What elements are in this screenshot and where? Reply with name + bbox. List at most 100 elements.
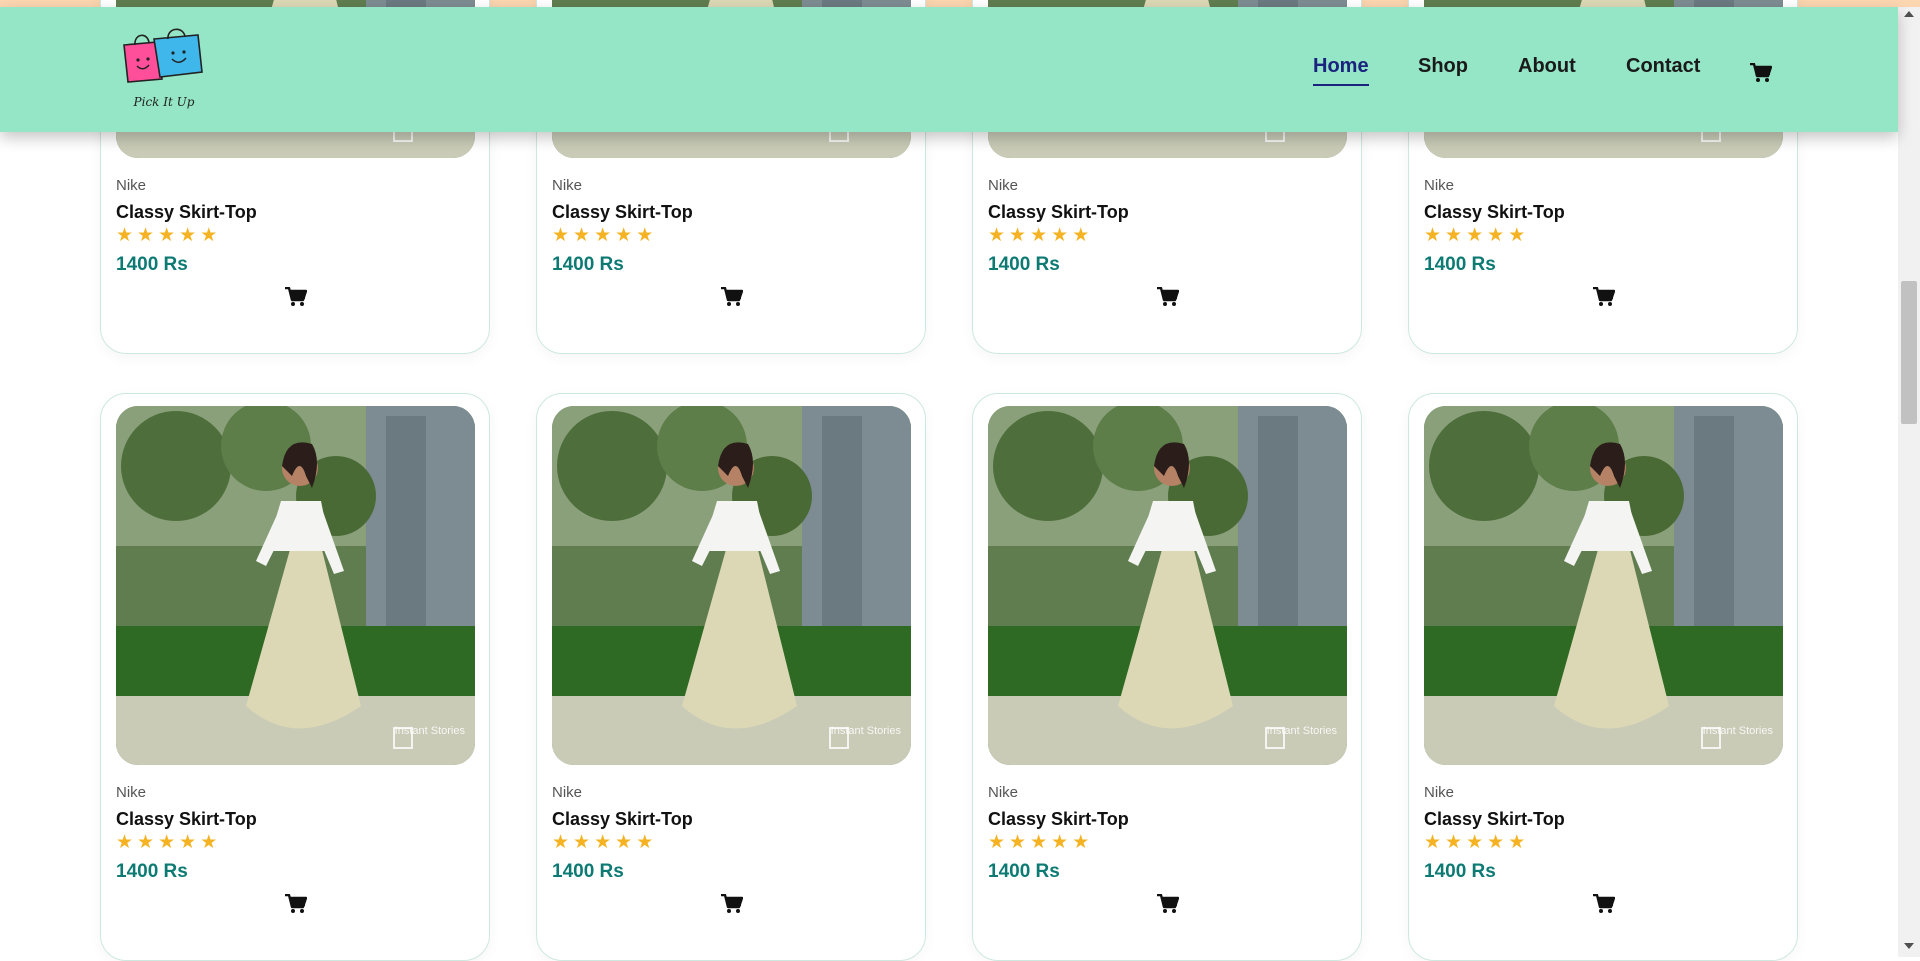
star-icon: ★ bbox=[179, 225, 197, 246]
star-icon: ★ bbox=[1487, 832, 1505, 853]
watermark-logo-icon bbox=[1701, 727, 1721, 749]
product-rating: ★ ★ ★ ★ ★ bbox=[988, 832, 1089, 854]
add-to-cart-icon[interactable] bbox=[721, 286, 744, 307]
star-icon: ★ bbox=[1445, 225, 1463, 246]
star-icon: ★ bbox=[1030, 225, 1048, 246]
star-icon: ★ bbox=[200, 225, 218, 246]
product-name[interactable]: Classy Skirt-Top bbox=[116, 202, 257, 223]
product-image[interactable]: Instant Stories bbox=[116, 406, 475, 765]
star-icon: ★ bbox=[552, 832, 570, 853]
product-name[interactable]: Classy Skirt-Top bbox=[988, 202, 1129, 223]
nav-about[interactable]: About bbox=[1518, 55, 1576, 85]
product-brand: Nike bbox=[988, 784, 1019, 801]
star-icon: ★ bbox=[137, 832, 155, 853]
star-icon: ★ bbox=[1424, 225, 1442, 246]
product-card[interactable]: Instant Stories Nike Classy Skirt-Top ★★… bbox=[100, 393, 490, 961]
star-icon: ★ bbox=[988, 225, 1006, 246]
star-icon: ★ bbox=[573, 225, 591, 246]
product-price: 1400 Rs bbox=[552, 254, 624, 275]
star-icon: ★ bbox=[1487, 225, 1505, 246]
star-icon: ★ bbox=[116, 832, 134, 853]
product-rating: ★ ★ ★ ★ ★ bbox=[1424, 832, 1525, 854]
star-icon: ★ bbox=[1030, 832, 1048, 853]
nav-home[interactable]: Home bbox=[1313, 55, 1369, 86]
product-rating: ★ ★ ★ ★ ★ bbox=[988, 225, 1089, 247]
watermark: Instant Stories bbox=[829, 725, 901, 755]
product-card[interactable]: Instant Stories Nike Classy Skirt-Top ★★… bbox=[972, 393, 1362, 961]
add-to-cart-icon[interactable] bbox=[285, 286, 308, 307]
star-icon: ★ bbox=[1466, 832, 1484, 853]
cart-icon[interactable] bbox=[1750, 62, 1773, 83]
nav-shop[interactable]: Shop bbox=[1418, 55, 1468, 85]
site-header: Pick It Up Home Shop About Contact bbox=[0, 7, 1898, 132]
product-card[interactable]: Instant Stories Nike Classy Skirt-Top ★★… bbox=[1408, 393, 1798, 961]
product-brand: Nike bbox=[116, 784, 147, 801]
product-name[interactable]: Classy Skirt-Top bbox=[988, 809, 1129, 830]
star-icon: ★ bbox=[158, 832, 176, 853]
star-icon: ★ bbox=[594, 832, 612, 853]
add-to-cart-icon[interactable] bbox=[1157, 893, 1180, 914]
star-icon: ★ bbox=[1072, 832, 1090, 853]
star-icon: ★ bbox=[594, 225, 612, 246]
scroll-down-arrow-icon[interactable] bbox=[1904, 943, 1914, 949]
product-price: 1400 Rs bbox=[1424, 861, 1496, 882]
add-to-cart-icon[interactable] bbox=[1593, 286, 1616, 307]
nav-contact[interactable]: Contact bbox=[1626, 55, 1700, 85]
star-icon: ★ bbox=[1051, 225, 1069, 246]
product-price: 1400 Rs bbox=[988, 254, 1060, 275]
add-to-cart-icon[interactable] bbox=[721, 893, 744, 914]
star-icon: ★ bbox=[1051, 832, 1069, 853]
product-name[interactable]: Classy Skirt-Top bbox=[1424, 809, 1565, 830]
star-icon: ★ bbox=[200, 832, 218, 853]
star-icon: ★ bbox=[1009, 832, 1027, 853]
watermark-logo-icon bbox=[1265, 727, 1285, 749]
product-image[interactable]: Instant Stories bbox=[552, 406, 911, 765]
product-brand: Nike bbox=[552, 784, 583, 801]
star-icon: ★ bbox=[158, 225, 176, 246]
product-rating: ★ ★ ★ ★ ★ bbox=[1424, 225, 1525, 247]
scrollbar-thumb[interactable] bbox=[1901, 281, 1917, 424]
product-image[interactable]: Instant Stories bbox=[988, 406, 1347, 765]
add-to-cart-icon[interactable] bbox=[1593, 893, 1616, 914]
product-price: 1400 Rs bbox=[116, 254, 188, 275]
scroll-up-arrow-icon[interactable] bbox=[1904, 11, 1914, 17]
product-rating: ★ ★ ★ ★ ★ bbox=[552, 832, 653, 854]
page-scrollbar[interactable] bbox=[1898, 7, 1920, 957]
product-name[interactable]: Classy Skirt-Top bbox=[552, 809, 693, 830]
product-image[interactable]: Instant Stories bbox=[1424, 406, 1783, 765]
star-icon: ★ bbox=[988, 832, 1006, 853]
shopping-bags-icon bbox=[123, 28, 203, 83]
product-price: 1400 Rs bbox=[116, 861, 188, 882]
product-brand: Nike bbox=[552, 177, 583, 194]
star-icon: ★ bbox=[1009, 225, 1027, 246]
product-name[interactable]: Classy Skirt-Top bbox=[1424, 202, 1565, 223]
product-price: 1400 Rs bbox=[1424, 254, 1496, 275]
watermark-logo-icon bbox=[829, 727, 849, 749]
star-icon: ★ bbox=[573, 832, 591, 853]
product-brand: Nike bbox=[116, 177, 147, 194]
star-icon: ★ bbox=[615, 225, 633, 246]
star-icon: ★ bbox=[615, 832, 633, 853]
product-brand: Nike bbox=[1424, 177, 1455, 194]
product-name[interactable]: Classy Skirt-Top bbox=[552, 202, 693, 223]
product-card[interactable]: Instant Stories Nike Classy Skirt-Top ★★… bbox=[536, 393, 926, 961]
add-to-cart-icon[interactable] bbox=[1157, 286, 1180, 307]
watermark: Instant Stories bbox=[393, 725, 465, 755]
product-name[interactable]: Classy Skirt-Top bbox=[116, 809, 257, 830]
product-brand: Nike bbox=[988, 177, 1019, 194]
star-icon: ★ bbox=[636, 225, 654, 246]
product-brand: Nike bbox=[1424, 784, 1455, 801]
site-logo[interactable]: Pick It Up bbox=[118, 27, 218, 117]
star-icon: ★ bbox=[1072, 225, 1090, 246]
watermark: Instant Stories bbox=[1265, 725, 1337, 755]
star-icon: ★ bbox=[137, 225, 155, 246]
product-rating: ★ ★ ★ ★ ★ bbox=[116, 225, 217, 247]
watermark-logo-icon bbox=[393, 727, 413, 749]
add-to-cart-icon[interactable] bbox=[285, 893, 308, 914]
star-icon: ★ bbox=[179, 832, 197, 853]
watermark: Instant Stories bbox=[1701, 725, 1773, 755]
star-icon: ★ bbox=[636, 832, 654, 853]
product-rating: ★ ★ ★ ★ ★ bbox=[116, 832, 217, 854]
product-price: 1400 Rs bbox=[552, 861, 624, 882]
star-icon: ★ bbox=[1508, 832, 1526, 853]
